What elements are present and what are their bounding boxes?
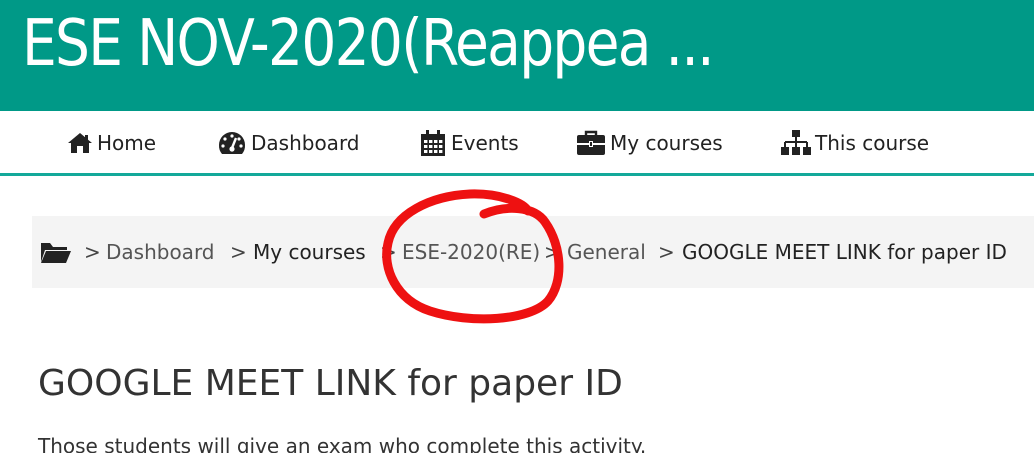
nav-item-label: This course bbox=[815, 131, 930, 155]
nav-item-label: Dashboard bbox=[251, 131, 360, 155]
nav-item-my-courses[interactable]: My courses bbox=[576, 128, 723, 158]
nav-item-dashboard[interactable]: Dashboard bbox=[217, 128, 360, 158]
dashboard-icon bbox=[218, 132, 246, 154]
folder-open-icon bbox=[41, 243, 71, 263]
primary-navigation: Home Dashboard Events My courses This co… bbox=[0, 111, 1034, 176]
breadcrumb-home[interactable] bbox=[40, 216, 72, 288]
site-header: ESE NOV-2020(Reappea ... bbox=[0, 0, 1034, 111]
breadcrumb-separator: > bbox=[658, 240, 675, 264]
breadcrumb-separator: > bbox=[84, 240, 101, 264]
breadcrumb-separator: > bbox=[544, 240, 561, 264]
breadcrumb-separator: > bbox=[230, 240, 247, 264]
breadcrumb-item-my-courses[interactable]: My courses bbox=[253, 216, 366, 288]
nav-item-label: My courses bbox=[610, 131, 723, 155]
nav-item-this-course[interactable]: This course bbox=[781, 128, 929, 158]
breadcrumb-separator: > bbox=[380, 240, 397, 264]
home-icon bbox=[68, 133, 92, 153]
briefcase-icon bbox=[577, 130, 605, 155]
breadcrumb-item-course[interactable]: ESE-2020(RE) bbox=[402, 216, 540, 288]
page-title: GOOGLE MEET LINK for paper ID bbox=[38, 363, 623, 404]
nav-item-label: Home bbox=[97, 131, 157, 155]
nav-item-home[interactable]: Home bbox=[67, 128, 156, 158]
nav-item-label: Events bbox=[451, 131, 519, 155]
sitemap-icon bbox=[781, 130, 811, 155]
breadcrumb: > Dashboard > My courses > ESE-2020(RE) … bbox=[32, 216, 1034, 288]
site-title[interactable]: ESE NOV-2020(Reappea ... bbox=[22, 4, 715, 84]
breadcrumb-item-dashboard[interactable]: Dashboard bbox=[106, 216, 215, 288]
activity-description: Those students will give an exam who com… bbox=[38, 434, 647, 453]
breadcrumb-item-general[interactable]: General bbox=[567, 216, 646, 288]
nav-item-events[interactable]: Events bbox=[419, 128, 519, 158]
breadcrumb-item-current: GOOGLE MEET LINK for paper ID bbox=[682, 240, 1007, 264]
calendar-icon bbox=[421, 130, 445, 156]
